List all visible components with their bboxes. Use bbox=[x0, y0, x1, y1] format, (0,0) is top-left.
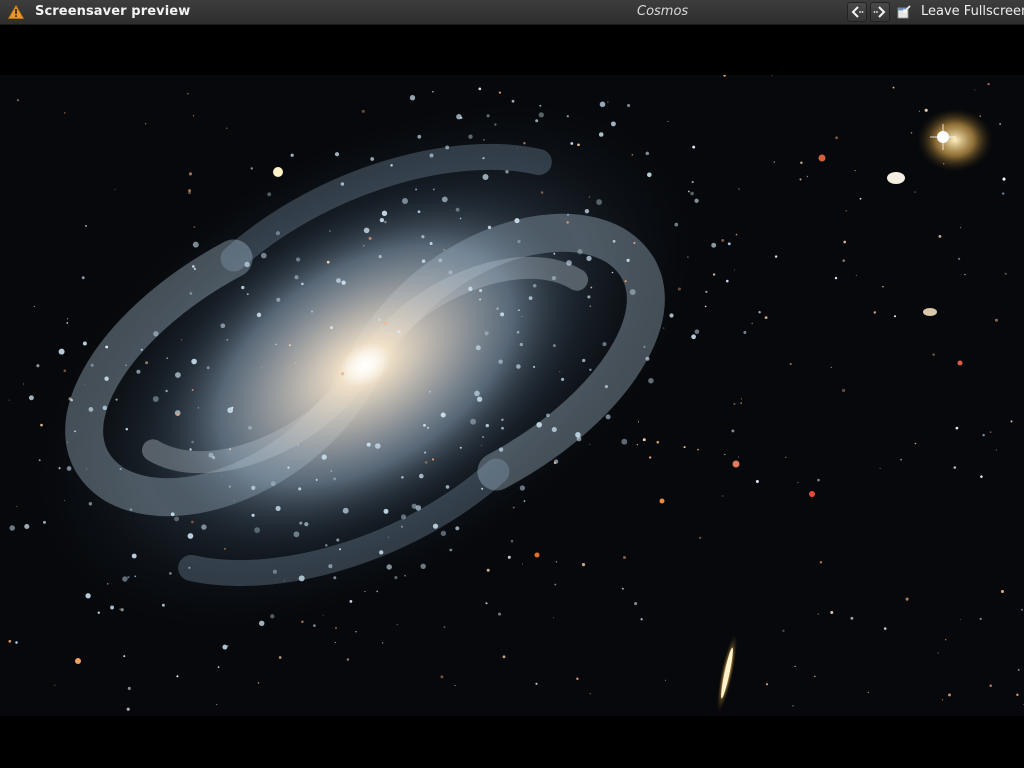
warning-icon bbox=[7, 4, 25, 19]
screensaver-preview-area bbox=[0, 75, 1024, 716]
letterbox-bottom bbox=[0, 716, 1024, 768]
leave-fullscreen-icon bbox=[897, 5, 911, 19]
letterbox-top bbox=[0, 25, 1024, 75]
spiral-galaxy-image bbox=[0, 75, 1024, 716]
previous-button[interactable] bbox=[847, 2, 867, 22]
forward-arrow-icon bbox=[873, 6, 886, 18]
window-title: Screensaver preview bbox=[35, 4, 191, 19]
leave-fullscreen-label: Leave Fullscreen bbox=[921, 4, 1024, 19]
next-button[interactable] bbox=[870, 2, 890, 22]
title-bar: Screensaver preview Cosmos Leave Fullscr… bbox=[0, 0, 1024, 25]
leave-fullscreen-button[interactable]: Leave Fullscreen bbox=[894, 0, 1024, 25]
back-arrow-icon bbox=[851, 6, 864, 18]
screensaver-name: Cosmos bbox=[637, 4, 689, 19]
